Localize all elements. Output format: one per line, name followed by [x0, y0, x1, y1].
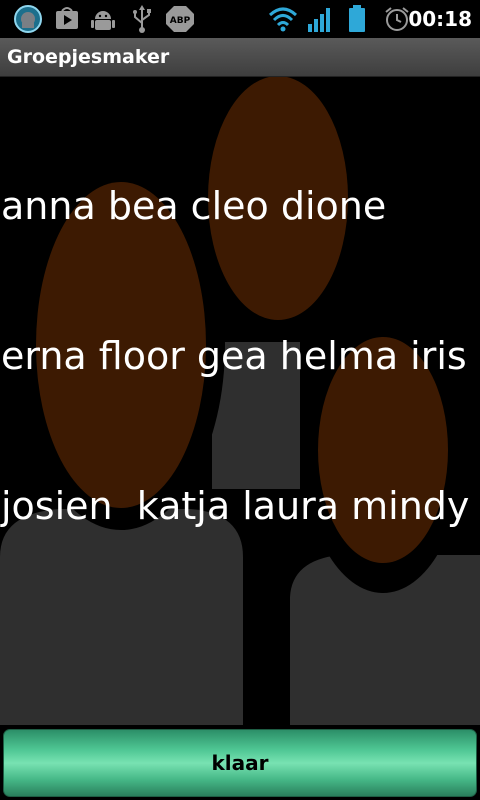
adblock-icon: ABP [166, 6, 194, 32]
android-debug-icon [91, 11, 115, 30]
names-line-2: erna floor gea helma iris [1, 334, 467, 378]
app-title: Groepjesmaker [7, 46, 170, 68]
status-bar: ABP 00:18 [0, 0, 480, 38]
screen: ABP 00:18 Groepjesmaker anna bea cleo di… [0, 0, 480, 800]
title-bar: Groepjesmaker [0, 38, 480, 77]
signal-icon [308, 8, 330, 32]
battery-icon [349, 5, 365, 32]
adblock-text: ABP [170, 16, 191, 26]
button-bar: klaar [0, 725, 480, 800]
status-time: 00:18 [408, 7, 472, 31]
usb-icon [133, 5, 151, 33]
names-line-3: josien katja laura mindy [1, 484, 470, 528]
wifi-icon [268, 7, 298, 32]
names-line-1: anna bea cleo dione [1, 184, 387, 228]
names-list: anna bea cleo dione erna floor gea helma… [1, 81, 480, 631]
alarm-icon [385, 7, 409, 31]
app-badge-icon [14, 5, 42, 33]
play-store-icon [56, 7, 78, 29]
content-area: anna bea cleo dione erna floor gea helma… [0, 77, 480, 725]
done-button[interactable]: klaar [3, 729, 477, 797]
done-button-label: klaar [211, 751, 269, 775]
